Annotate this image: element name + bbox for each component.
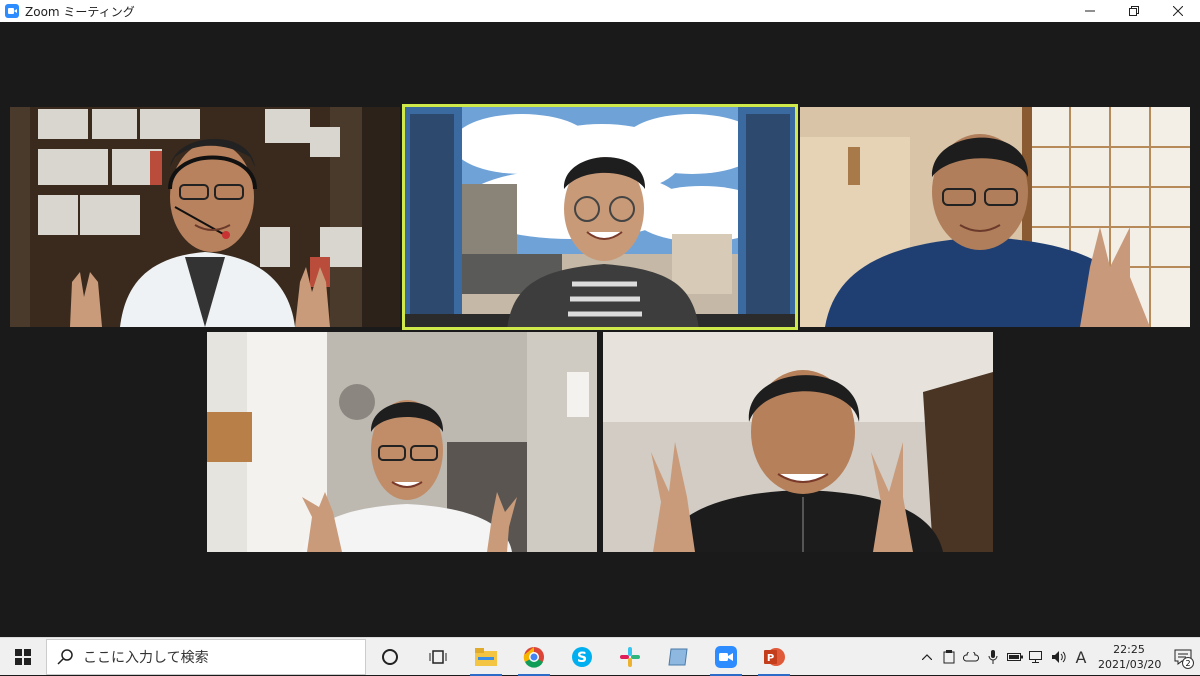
taskbar-search-box[interactable]: ここに入力して検索 — [46, 638, 366, 675]
search-placeholder: ここに入力して検索 — [83, 649, 209, 666]
start-button[interactable] — [0, 638, 46, 676]
chrome-icon — [523, 646, 544, 668]
close-icon — [1173, 6, 1183, 16]
show-hidden-icons-button[interactable] — [916, 638, 938, 676]
chevron-up-icon — [922, 654, 932, 660]
speaker-icon — [1052, 651, 1066, 663]
clock-date: 2021/03/20 — [1098, 658, 1162, 671]
participant-video-1 — [10, 107, 400, 327]
task-view-button[interactable] — [414, 638, 462, 676]
participant-video-tile-5[interactable] — [603, 332, 993, 552]
svg-text:P: P — [767, 653, 774, 664]
cortana-button[interactable] — [366, 638, 414, 676]
battery-icon — [1007, 653, 1023, 661]
participant-video-tile-3[interactable] — [800, 107, 1190, 327]
restore-icon — [1129, 6, 1139, 16]
participant-video-4 — [207, 332, 597, 552]
cortana-icon — [382, 648, 398, 665]
slack-icon — [620, 646, 640, 667]
windows-taskbar: ここに入力して検索 S P A 22:25 2021/03/20 2 — [0, 637, 1200, 676]
minimize-icon — [1085, 10, 1095, 12]
zoom-icon — [715, 645, 737, 668]
participant-video-tile-2-active[interactable] — [402, 104, 798, 330]
battery-button[interactable] — [1004, 638, 1026, 676]
search-icon — [57, 648, 73, 665]
taskbar-slack[interactable] — [606, 638, 654, 676]
skype-icon: S — [572, 646, 592, 667]
task-view-icon — [429, 649, 447, 664]
participant-video-3 — [800, 107, 1190, 327]
close-button[interactable] — [1156, 0, 1200, 22]
notes-icon — [668, 648, 688, 665]
clock-time: 22:25 — [1113, 643, 1145, 656]
taskbar-chrome[interactable] — [510, 638, 558, 676]
restore-button[interactable] — [1112, 0, 1156, 22]
zoom-app-icon — [5, 4, 19, 18]
participant-video-5 — [603, 332, 993, 552]
notification-count-badge: 2 — [1182, 657, 1194, 669]
volume-button[interactable] — [1048, 638, 1070, 676]
participant-video-tile-1[interactable] — [10, 107, 400, 327]
powerpoint-icon: P — [764, 647, 785, 666]
action-center-button[interactable]: 2 — [1166, 638, 1200, 676]
clipboard-icon — [943, 650, 955, 664]
minimize-button[interactable] — [1068, 0, 1112, 22]
window-titlebar: Zoom ミーティング — [0, 0, 1200, 22]
taskbar-clock[interactable]: 22:25 2021/03/20 — [1098, 642, 1162, 672]
participant-video-2 — [402, 104, 798, 330]
ime-indicator[interactable]: A — [1070, 638, 1092, 676]
window-controls — [1068, 0, 1200, 22]
taskbar-notes[interactable] — [654, 638, 702, 676]
taskbar-zoom[interactable] — [702, 638, 750, 676]
onedrive-button[interactable] — [960, 638, 982, 676]
meeting-gallery — [0, 22, 1200, 637]
microphone-icon — [988, 650, 998, 664]
window-title: Zoom ミーティング — [25, 4, 135, 19]
microphone-button[interactable] — [982, 638, 1004, 676]
cloud-icon — [963, 652, 979, 662]
svg-text:S: S — [577, 650, 587, 666]
network-button[interactable] — [1026, 638, 1048, 676]
windows-logo-icon — [15, 648, 31, 665]
tray-app-button[interactable] — [938, 638, 960, 676]
taskbar-skype[interactable]: S — [558, 638, 606, 676]
taskbar-file-explorer[interactable] — [462, 638, 510, 676]
system-tray: A 22:25 2021/03/20 2 — [916, 638, 1200, 676]
file-explorer-icon — [475, 647, 497, 666]
network-icon — [1029, 651, 1042, 663]
taskbar-powerpoint[interactable]: P — [750, 638, 798, 676]
participant-video-tile-4[interactable] — [207, 332, 597, 552]
